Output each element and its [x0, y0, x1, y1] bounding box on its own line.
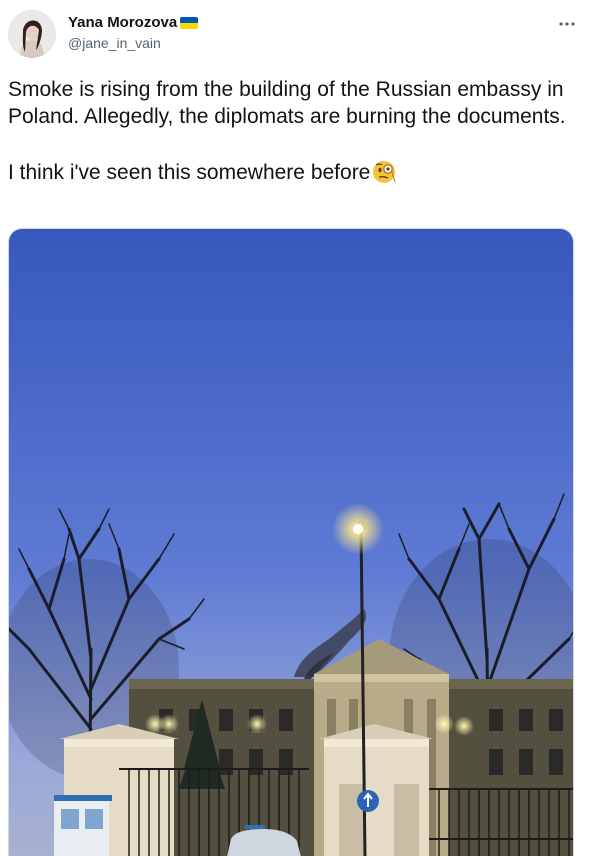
ukraine-flag-icon — [180, 17, 199, 29]
tweet: Yana Morozova @jane_in_vain Smoke is ris… — [0, 0, 593, 856]
author-name-row[interactable]: Yana Morozova — [68, 14, 199, 32]
display-name[interactable]: Yana Morozova — [68, 14, 177, 32]
avatar[interactable] — [8, 10, 56, 58]
tweet-text-content: Smoke is rising from the building of the… — [8, 78, 566, 184]
more-options-icon[interactable] — [557, 14, 577, 34]
face-with-monocle-icon — [371, 157, 399, 185]
handle[interactable]: @jane_in_vain — [68, 35, 161, 51]
embassy-photo[interactable] — [8, 228, 574, 856]
tweet-text: Smoke is rising from the building of the… — [8, 76, 568, 186]
avatar-image — [8, 10, 56, 58]
